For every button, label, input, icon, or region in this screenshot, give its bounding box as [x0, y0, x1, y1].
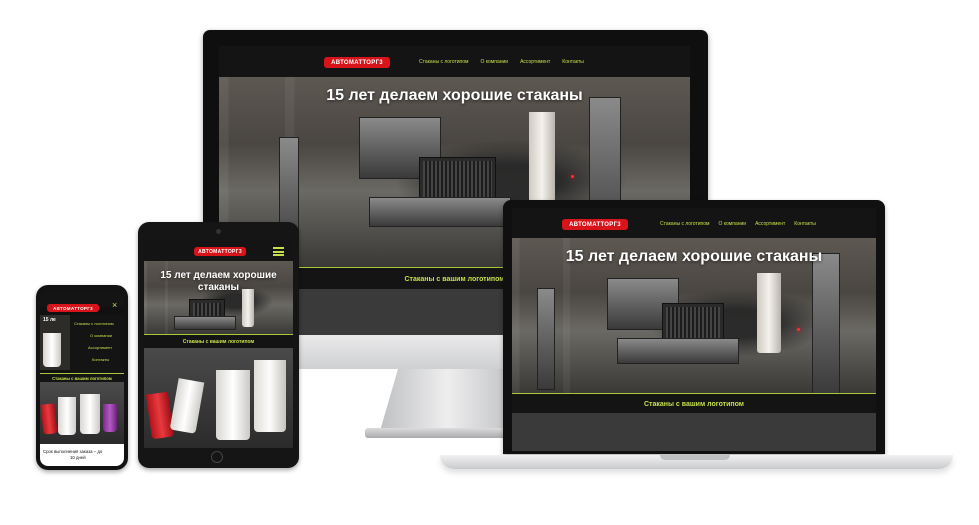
- tablet-screen: АВТОМАТТОРГ3 15 лет делаем хорошие стакан…: [144, 241, 293, 448]
- hamburger-icon[interactable]: [273, 247, 284, 256]
- hero-image: 15 лет делаем хорошие стаканы: [512, 238, 876, 393]
- close-icon[interactable]: ×: [112, 301, 117, 310]
- monitor-nav: Стаканы с логотипом О компании Ассортиме…: [419, 59, 584, 65]
- nav-item-cups-logo[interactable]: Стаканы с логотипом: [660, 221, 710, 227]
- hero-headline: 15 ле: [43, 317, 56, 323]
- nav-item-about[interactable]: О компании: [719, 221, 747, 227]
- product-photo: [144, 348, 293, 448]
- nav-item-contacts[interactable]: Контакты: [562, 59, 584, 65]
- nav-item-about[interactable]: О компании: [481, 59, 509, 65]
- nav-item-contacts[interactable]: Контакты: [794, 221, 816, 227]
- logo[interactable]: АВТОМАТТОРГ3: [194, 247, 246, 256]
- menu-item-assortment[interactable]: Ассортимент: [88, 345, 112, 350]
- nav-item-cups-logo[interactable]: Стаканы с логотипом: [419, 59, 469, 65]
- menu-item-contacts[interactable]: Контакты: [92, 357, 109, 362]
- cta-text: Стаканы с вашим логотипом: [643, 400, 744, 408]
- nav-item-assortment[interactable]: Ассортимент: [520, 59, 550, 65]
- info-block: Срок выполнения заказа – до 10 дней: [40, 444, 124, 466]
- cta-text: Стаканы с вашим логотипом: [52, 376, 112, 381]
- product-photo: [40, 382, 124, 444]
- cta-text: Стаканы с вашим логотипом: [404, 275, 505, 283]
- logo[interactable]: АВТОМАТТОРГ3: [324, 57, 390, 68]
- tablet-camera: [216, 229, 221, 234]
- menu-item-about[interactable]: О компании: [90, 333, 112, 338]
- lead-time-text-2: 10 дней: [70, 455, 86, 460]
- laptop-screen: АВТОМАТТОРГ3 Стаканы с логотипом О компа…: [512, 208, 876, 451]
- hero-headline: 15 лет делаем хорошие стаканы: [160, 270, 277, 293]
- phone-screen: АВТОМАТТОРГ3 × 15 ле Стаканы с логотипом…: [40, 291, 124, 466]
- tablet-home-button[interactable]: [211, 451, 223, 463]
- content-strip: [512, 413, 876, 451]
- logo[interactable]: АВТОМАТТОРГ3: [562, 219, 628, 230]
- nav-item-assortment[interactable]: Ассортимент: [755, 221, 785, 227]
- hero-image: 15 ле: [40, 315, 70, 370]
- hero-headline: 15 лет делаем хорошие стаканы: [565, 248, 823, 265]
- mobile-menu: Стаканы с логотипом О компании Ассортиме…: [70, 315, 124, 373]
- cta-band[interactable]: Стаканы с вашим логотипом: [144, 334, 293, 349]
- hero-image: 15 лет делаем хорошие стаканы: [144, 261, 293, 334]
- laptop-nav: Стаканы с логотипом О компании Ассортиме…: [660, 221, 816, 227]
- hero-headline: 15 лет делаем хорошие стаканы: [326, 87, 583, 104]
- menu-item-cups-logo[interactable]: Стаканы с логотипом: [74, 321, 114, 326]
- logo[interactable]: АВТОМАТТОРГ3: [47, 304, 99, 312]
- laptop-notch: [660, 455, 730, 460]
- cta-band[interactable]: Стаканы с вашим логотипом: [512, 393, 876, 414]
- lead-time-text: Срок выполнения заказа – до: [43, 449, 103, 454]
- cta-text: Стаканы с вашим логотипом: [182, 339, 255, 345]
